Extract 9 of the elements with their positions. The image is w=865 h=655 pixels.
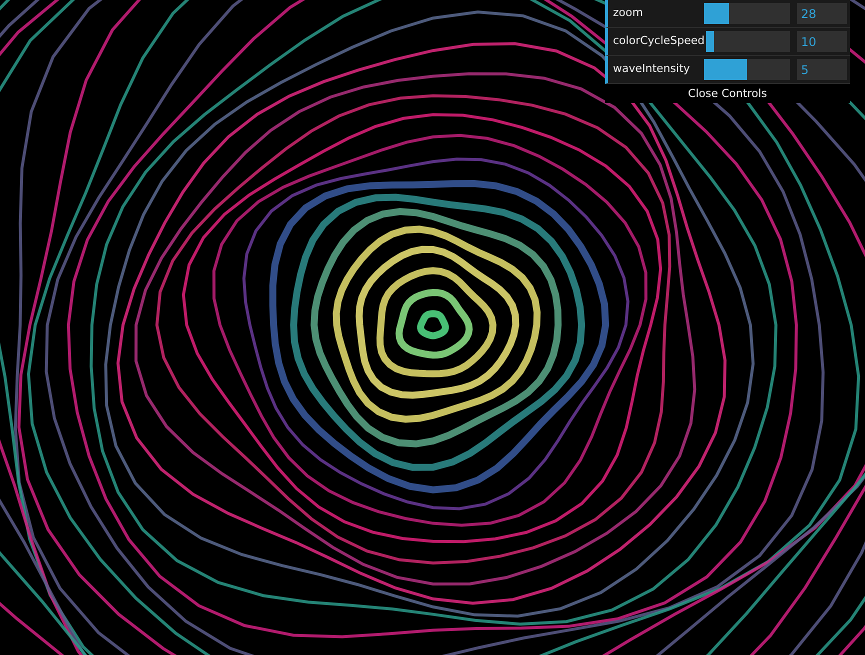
control-label: waveIntensity [613, 61, 691, 78]
control-label: zoom [613, 5, 644, 22]
number-field[interactable]: 28 [797, 3, 847, 24]
number-field[interactable]: 10 [797, 31, 847, 52]
slider-track[interactable] [704, 3, 790, 24]
slider-track[interactable] [706, 31, 790, 52]
number-field[interactable]: 5 [797, 59, 847, 80]
close-controls-button[interactable]: Close Controls [605, 84, 850, 103]
slider-track[interactable] [704, 59, 790, 80]
